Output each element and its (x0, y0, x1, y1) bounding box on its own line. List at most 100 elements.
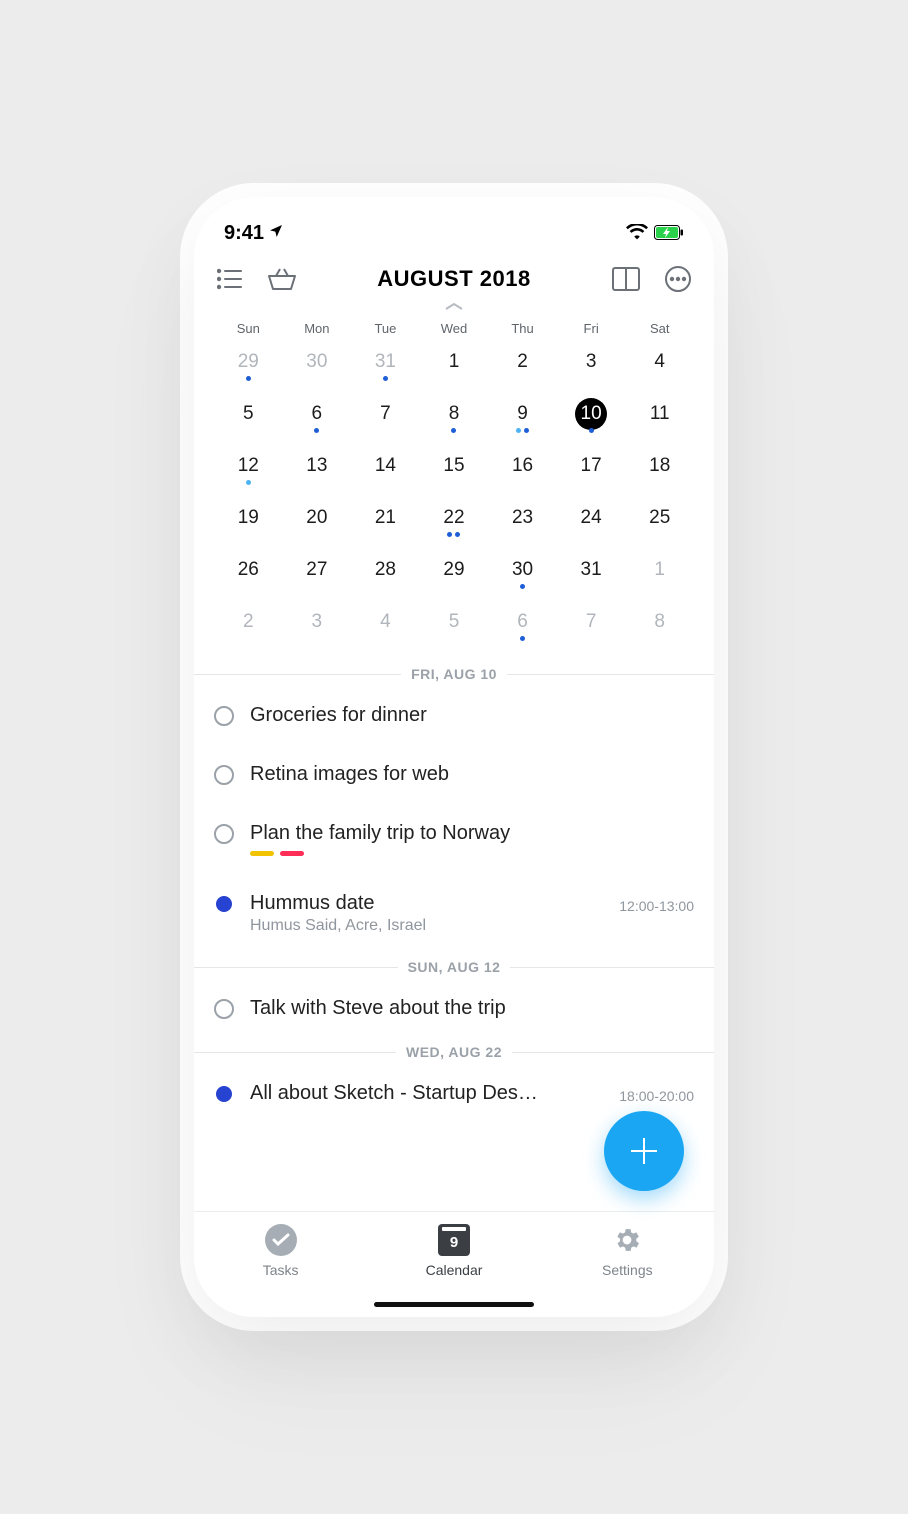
calendar-day[interactable]: 25 (625, 502, 694, 546)
task-checkbox[interactable] (214, 824, 234, 844)
calendar-day[interactable]: 26 (214, 554, 283, 598)
tab-tasks[interactable]: Tasks (194, 1212, 367, 1317)
event-bullet-icon (216, 896, 232, 912)
calendar-day[interactable]: 9 (488, 398, 557, 442)
more-icon[interactable] (662, 263, 694, 295)
tag-red (280, 851, 304, 856)
month-title[interactable]: AUGUST 2018 (298, 266, 610, 292)
gear-icon (611, 1224, 643, 1256)
calendar-day[interactable]: 28 (351, 554, 420, 598)
calendar-day[interactable]: 31 (557, 554, 626, 598)
chevron-up-icon[interactable] (194, 297, 714, 313)
tab-settings[interactable]: Settings (541, 1212, 714, 1317)
phone-frame: 9:41 (194, 197, 714, 1317)
calendar-day[interactable]: 11 (625, 398, 694, 442)
weekday: Wed (420, 321, 489, 336)
weekday: Sat (625, 321, 694, 336)
calendar-day[interactable]: 4 (625, 346, 694, 390)
calendar-day[interactable]: 29 (420, 554, 489, 598)
calendar-day[interactable]: 13 (283, 450, 352, 494)
list-item[interactable]: Plan the family trip to Norway (194, 804, 714, 874)
item-title: Hummus date (250, 892, 603, 915)
tab-settings-label: Settings (602, 1262, 653, 1278)
calendar-day[interactable]: 3 (557, 346, 626, 390)
calendar-day[interactable]: 6 (488, 606, 557, 650)
calendar-day[interactable]: 21 (351, 502, 420, 546)
calendar-day[interactable]: 8 (420, 398, 489, 442)
add-button[interactable] (604, 1111, 684, 1191)
book-icon[interactable] (610, 263, 642, 295)
item-title: Plan the family trip to Norway (250, 822, 694, 845)
list-item[interactable]: Hummus date Humus Said, Acre, Israel 12:00… (194, 874, 714, 953)
task-checkbox[interactable] (214, 706, 234, 726)
item-subtitle: Humus Said, Acre, Israel (250, 917, 603, 935)
calendar-day[interactable]: 19 (214, 502, 283, 546)
date-label: FRI, AUG 10 (411, 666, 497, 682)
weekday: Thu (488, 321, 557, 336)
item-time: 12:00-13:00 (619, 892, 694, 914)
weekday-row: SunMonTueWedThuFriSat (194, 313, 714, 340)
calendar-day[interactable]: 7 (557, 606, 626, 650)
list-item[interactable]: Talk with Steve about the trip (194, 979, 714, 1038)
calendar-day[interactable]: 30 (283, 346, 352, 390)
calendar-day[interactable]: 30 (488, 554, 557, 598)
tag-yellow (250, 851, 274, 856)
calendar-day[interactable]: 17 (557, 450, 626, 494)
calendar-day[interactable]: 22 (420, 502, 489, 546)
calendar-icon: 9 (438, 1224, 470, 1256)
calendar-day[interactable]: 18 (625, 450, 694, 494)
date-separator: FRI, AUG 10 (194, 662, 714, 686)
calendar-grid: 2930311234567891011121314151617181920212… (194, 340, 714, 660)
weekday: Fri (557, 321, 626, 336)
item-title: Groceries for dinner (250, 704, 694, 727)
calendar-day[interactable]: 6 (283, 398, 352, 442)
toolbar: AUGUST 2018 (194, 249, 714, 299)
calendar-day[interactable]: 2 (488, 346, 557, 390)
calendar-day[interactable]: 24 (557, 502, 626, 546)
status-time: 9:41 (224, 222, 264, 245)
calendar-day[interactable]: 1 (420, 346, 489, 390)
check-circle-icon (265, 1224, 297, 1256)
calendar-day[interactable]: 5 (420, 606, 489, 650)
item-title: Retina images for web (250, 763, 694, 786)
list-icon[interactable] (214, 263, 246, 295)
date-separator: WED, AUG 22 (194, 1040, 714, 1064)
item-title: Talk with Steve about the trip (250, 997, 694, 1020)
location-icon (268, 222, 284, 245)
calendar-day[interactable]: 1 (625, 554, 694, 598)
home-indicator[interactable] (374, 1302, 534, 1307)
task-checkbox[interactable] (214, 765, 234, 785)
weekday: Sun (214, 321, 283, 336)
date-label: SUN, AUG 12 (408, 959, 501, 975)
calendar-day[interactable]: 27 (283, 554, 352, 598)
calendar-day[interactable]: 10 (557, 398, 626, 442)
calendar-day[interactable]: 15 (420, 450, 489, 494)
wifi-icon (626, 224, 648, 245)
list-item[interactable]: Retina images for web (194, 745, 714, 804)
calendar-day[interactable]: 16 (488, 450, 557, 494)
calendar-day[interactable]: 29 (214, 346, 283, 390)
calendar-day[interactable]: 3 (283, 606, 352, 650)
date-label: WED, AUG 22 (406, 1044, 502, 1060)
calendar-day[interactable]: 2 (214, 606, 283, 650)
weekday: Mon (283, 321, 352, 336)
item-title: All about Sketch - Startup Des… (250, 1082, 603, 1105)
tab-calendar-label: Calendar (426, 1262, 483, 1278)
calendar-day[interactable]: 23 (488, 502, 557, 546)
event-bullet-icon (216, 1086, 232, 1102)
calendar-day[interactable]: 5 (214, 398, 283, 442)
tab-tasks-label: Tasks (263, 1262, 299, 1278)
calendar-day[interactable]: 4 (351, 606, 420, 650)
calendar-day[interactable]: 12 (214, 450, 283, 494)
calendar-day[interactable]: 31 (351, 346, 420, 390)
calendar-day[interactable]: 8 (625, 606, 694, 650)
calendar-day[interactable]: 20 (283, 502, 352, 546)
item-time: 18:00-20:00 (619, 1082, 694, 1104)
basket-icon[interactable] (266, 263, 298, 295)
battery-icon (654, 225, 684, 245)
list-item[interactable]: Groceries for dinner (194, 686, 714, 745)
calendar-day[interactable]: 7 (351, 398, 420, 442)
weekday: Tue (351, 321, 420, 336)
task-checkbox[interactable] (214, 999, 234, 1019)
calendar-day[interactable]: 14 (351, 450, 420, 494)
